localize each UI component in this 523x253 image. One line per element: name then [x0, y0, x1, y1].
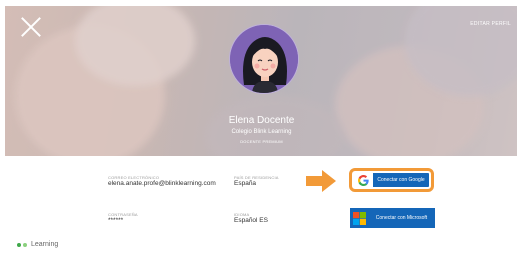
profile-name: Elena Docente [228, 115, 295, 126]
footer-logo: Learning [17, 241, 58, 248]
language-value: Español ES [234, 217, 268, 224]
close-icon[interactable] [20, 16, 42, 38]
connect-microsoft-label: Conectar con Microsoft [375, 215, 428, 221]
footer-logo-text: Learning [31, 241, 59, 248]
country-value: España [234, 180, 257, 187]
edit-profile-link[interactable]: EDITAR PERFIL [470, 21, 511, 27]
google-icon [358, 174, 369, 186]
microsoft-icon [352, 211, 366, 225]
avatar-illustration [230, 25, 298, 93]
logo-dot-icon [23, 242, 27, 247]
avatar [229, 24, 299, 94]
connect-google-label: Conectar con Google [377, 177, 425, 183]
profile-page: EDITAR PERFIL Elena Docente Colegio Blin… [0, 0, 523, 253]
password-value: ****** [108, 217, 124, 224]
email-value: elena.anate.profe@blinklearning.com [108, 180, 216, 187]
connect-google-button[interactable]: Conectar con Google [349, 168, 434, 192]
connect-microsoft-button[interactable]: Conectar con Microsoft [350, 208, 435, 228]
profile-school: Colegio Blink Learning [231, 129, 292, 135]
arrow-right-icon [306, 170, 336, 192]
logo-dot-icon [17, 242, 21, 247]
profile-role: DOCENTE PREMIUM [240, 139, 283, 144]
